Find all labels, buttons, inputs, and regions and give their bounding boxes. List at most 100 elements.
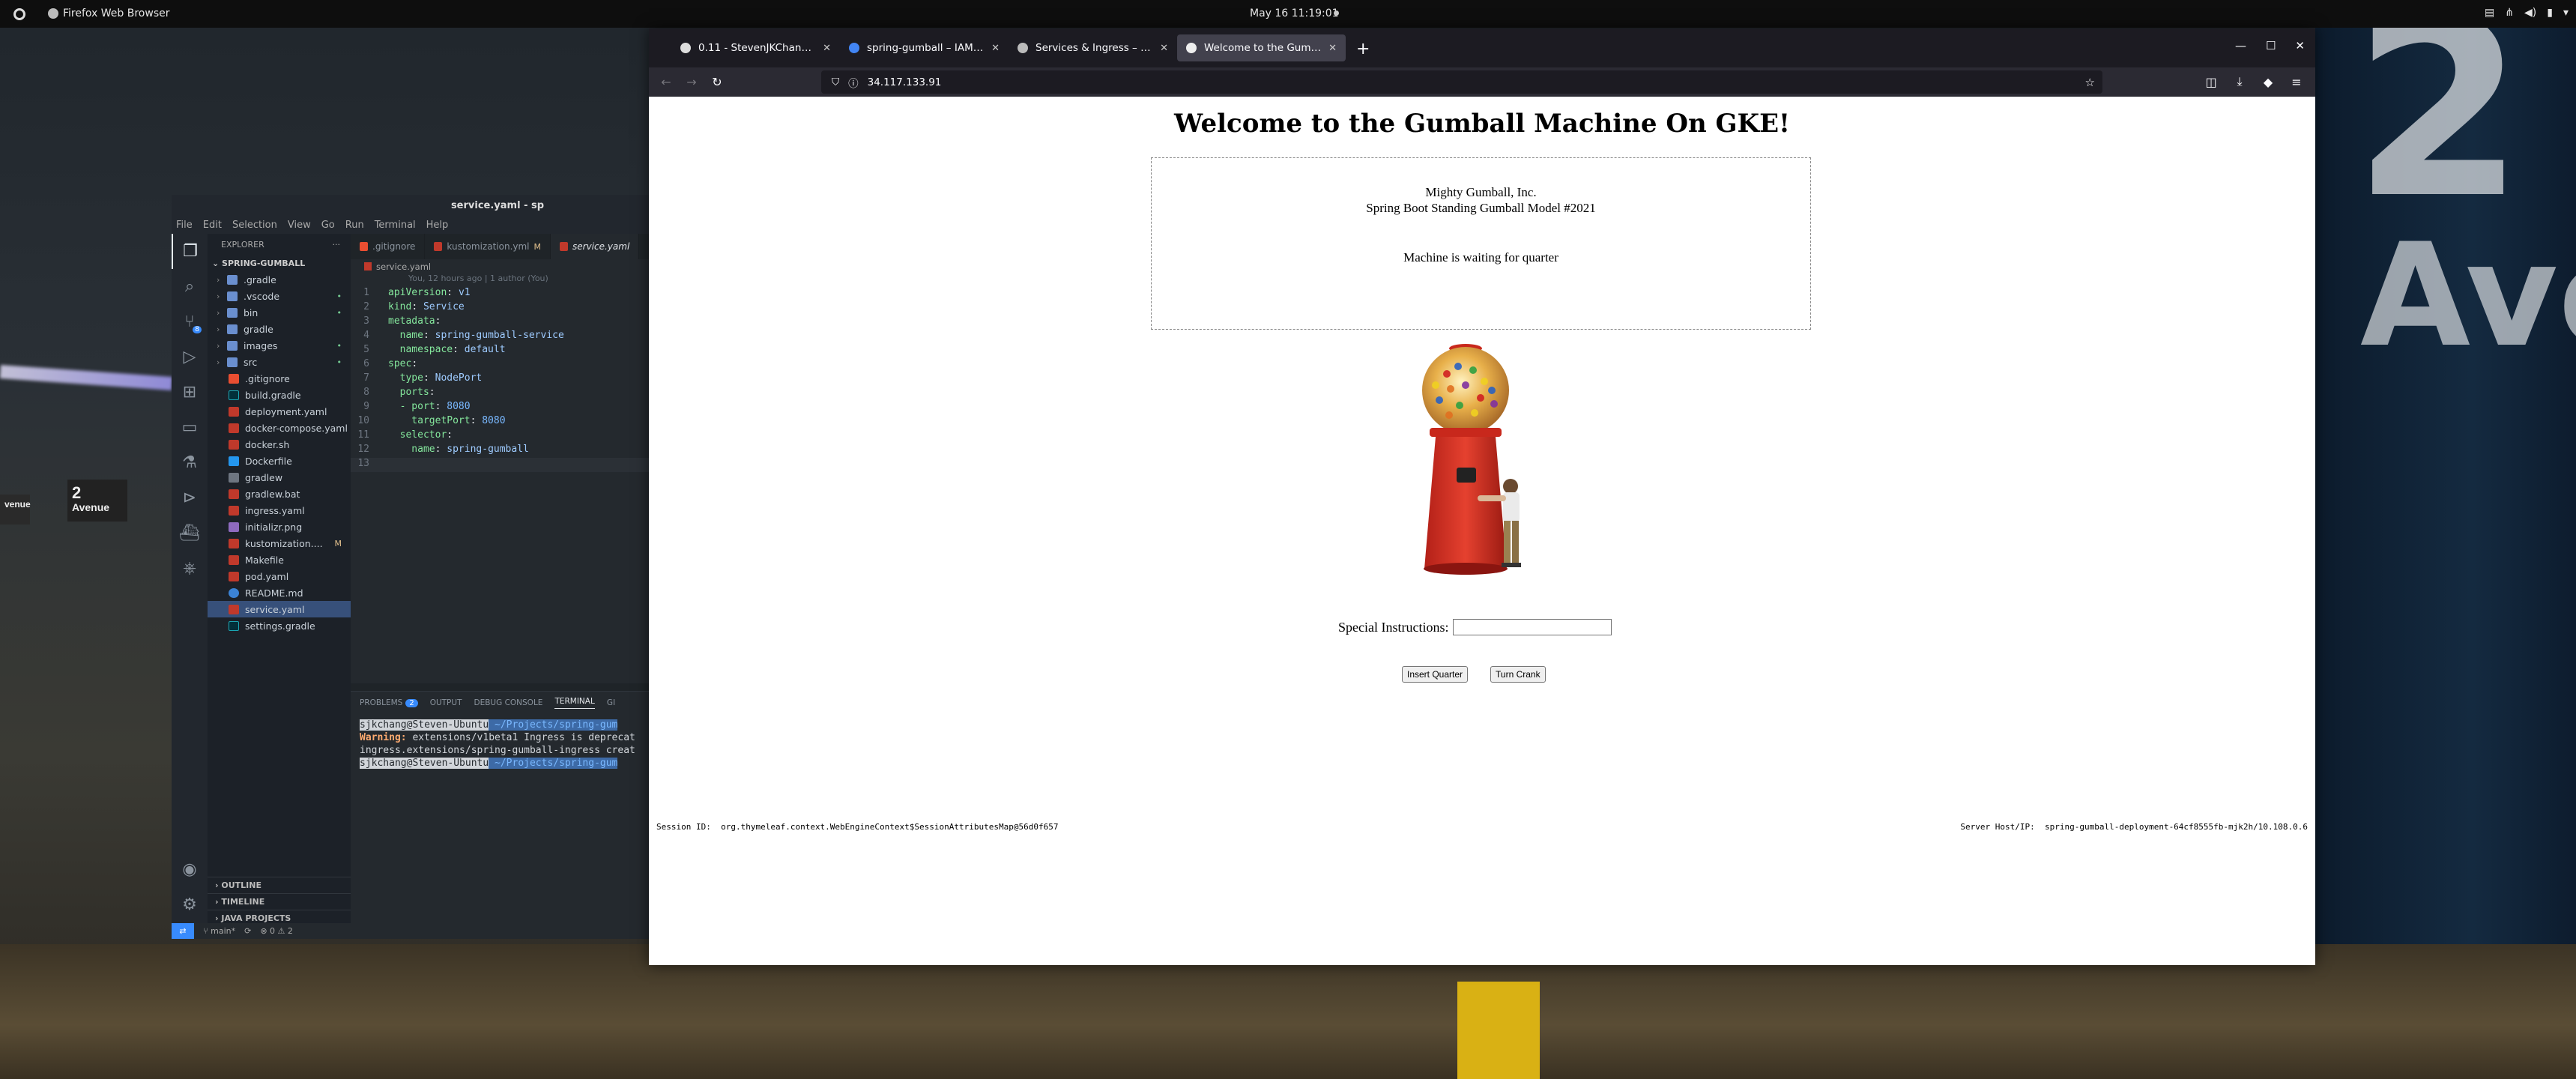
browser-tab[interactable]: 0.11 - StevenJKChang/sp ✕ [671, 34, 840, 61]
sync-icon[interactable]: ⟳ [244, 926, 251, 936]
explorer-icon[interactable]: ❐ [172, 234, 208, 269]
system-menu-chevron-icon[interactable]: ▾ [2563, 7, 2569, 19]
back-icon[interactable]: ← [653, 70, 679, 95]
insert-quarter-button[interactable]: Insert Quarter [1402, 666, 1469, 683]
special-instructions-input[interactable] [1453, 619, 1612, 635]
reload-icon[interactable]: ↻ [704, 70, 730, 95]
code-line: 12 name: spring-gumball [351, 444, 651, 458]
settings-gear-icon[interactable]: ⚙ [172, 887, 208, 922]
browser-tab[interactable]: Welcome to the Gumball Ma ✕ [1177, 34, 1346, 61]
remote-indicator-icon[interactable]: ⇄ [172, 923, 194, 939]
network-icon[interactable]: ⋔ [2505, 7, 2514, 19]
activities-icon[interactable] [13, 8, 25, 20]
tree-file[interactable]: service.yaml [208, 601, 351, 617]
menu-selection[interactable]: Selection [232, 220, 277, 231]
docker-icon[interactable]: ⛴ [172, 516, 208, 551]
system-tray[interactable]: ▤ ⋔ ◀) ▮ ▾ [2485, 7, 2569, 19]
tree-file[interactable]: gradlew.bat [208, 486, 351, 502]
tab-close-icon[interactable]: ✕ [823, 43, 831, 54]
timeline-icon[interactable]: ⊳ [172, 480, 208, 516]
tree-file[interactable]: gradlew [208, 469, 351, 486]
editor-tab-kustomization[interactable]: kustomization.yml M [425, 234, 551, 259]
new-tab-button[interactable]: + [1356, 40, 1370, 58]
panel-tab-output[interactable]: OUTPUT [430, 698, 462, 707]
menu-run[interactable]: Run [345, 220, 364, 231]
bookmark-star-icon[interactable]: ☆ [2085, 76, 2095, 89]
menu-help[interactable]: Help [426, 220, 449, 231]
tree-file[interactable]: deployment.yaml [208, 403, 351, 420]
tree-file[interactable]: docker-compose.yaml [208, 420, 351, 436]
turn-crank-button[interactable]: Turn Crank [1490, 666, 1546, 683]
tree-folder[interactable]: › bin • [208, 304, 351, 321]
editor-tab-service[interactable]: service.yaml [551, 234, 640, 259]
menu-view[interactable]: View [288, 220, 311, 231]
minimize-icon[interactable]: — [2235, 39, 2246, 52]
kubernetes-icon[interactable]: ⎈ [172, 551, 208, 586]
tree-folder[interactable]: › src • [208, 354, 351, 370]
clipboard-icon[interactable]: ▤ [2485, 7, 2494, 19]
panel-tab-gitlens[interactable]: GI [607, 698, 615, 707]
maximize-icon[interactable]: ☐ [2266, 39, 2276, 52]
tree-file[interactable]: pod.yaml [208, 568, 351, 584]
tree-folder[interactable]: › gradle [208, 321, 351, 337]
run-debug-icon[interactable]: ▷ [172, 339, 208, 375]
tree-file[interactable]: .gitignore [208, 370, 351, 387]
project-folder-header[interactable]: ⌄ SPRING-GUMBALL [208, 255, 351, 271]
tree-file[interactable]: docker.sh [208, 436, 351, 453]
forward-icon[interactable]: → [679, 70, 704, 95]
tab-close-icon[interactable]: ✕ [991, 43, 1000, 54]
panel-tab-problems[interactable]: PROBLEMS 2 [360, 698, 418, 707]
tab-close-icon[interactable]: ✕ [1160, 43, 1168, 54]
branch-indicator[interactable]: ⑂ main* [203, 926, 235, 936]
terminal[interactable]: sjkchang@Steven-Ubuntu ~/Projects/spring… [351, 714, 651, 770]
testing-icon[interactable]: ⚗ [172, 445, 208, 480]
site-info-icon[interactable]: ⓘ [848, 75, 859, 90]
panel-tab-terminal[interactable]: TERMINAL [554, 697, 595, 709]
tree-file[interactable]: build.gradle [208, 387, 351, 403]
explorer-more-icon[interactable]: ··· [333, 240, 341, 250]
line-number: 7 [363, 372, 369, 384]
menu-terminal[interactable]: Terminal [375, 220, 416, 231]
extensions-icon[interactable]: ⊞ [172, 375, 208, 410]
tab-close-icon[interactable]: ✕ [1328, 43, 1337, 54]
extension-icon[interactable]: ◆ [2255, 69, 2281, 94]
hamburger-menu-icon[interactable]: ≡ [2284, 69, 2309, 94]
tree-file[interactable]: settings.gradle [208, 617, 351, 634]
downloads-icon[interactable]: ⤓ [2227, 69, 2252, 94]
volume-icon[interactable]: ◀) [2524, 7, 2536, 19]
clock[interactable]: May 16 11:19:01 [1250, 7, 1339, 19]
section-outline[interactable]: › OUTLINE [208, 877, 351, 893]
tree-file[interactable]: README.md [208, 584, 351, 601]
tree-folder[interactable]: › .vscode • [208, 288, 351, 304]
menu-file[interactable]: File [176, 220, 193, 231]
browser-tab[interactable]: Services & Ingress – Kub ✕ [1009, 34, 1177, 61]
tree-folder[interactable]: › .gradle [208, 271, 351, 288]
tree-file[interactable]: initializr.png [208, 519, 351, 535]
close-icon[interactable]: ✕ [2295, 39, 2305, 52]
search-icon[interactable]: ⌕ [172, 269, 208, 304]
tree-folder[interactable]: › images • [208, 337, 351, 354]
tree-file[interactable]: kustomization.... M [208, 535, 351, 551]
code-editor[interactable]: 1 apiVersion: v1 2 kind: Service 3 metadata:4… [351, 287, 651, 472]
source-control-icon[interactable]: ⑂ 8 [172, 304, 208, 339]
url-bar[interactable]: ⛉ ⓘ 34.117.133.91 ☆ [821, 70, 2102, 94]
menu-go[interactable]: Go [321, 220, 335, 231]
tree-file[interactable]: Makefile [208, 551, 351, 568]
panel-tab-debug-console[interactable]: DEBUG CONSOLE [474, 698, 542, 707]
tree-file[interactable]: Dockerfile [208, 453, 351, 469]
active-app-menu[interactable]: Firefox Web Browser [48, 7, 170, 19]
breadcrumb[interactable]: service.yaml [351, 259, 651, 273]
battery-icon[interactable]: ▮ [2547, 7, 2553, 19]
pocket-icon[interactable]: ◫ [2198, 69, 2224, 94]
tree-file[interactable]: ingress.yaml [208, 502, 351, 519]
tree-item-label: gradle [244, 323, 273, 335]
shield-icon[interactable]: ⛉ [832, 76, 839, 88]
section-timeline[interactable]: › TIMELINE [208, 893, 351, 910]
editor-tab-gitignore[interactable]: .gitignore [351, 234, 426, 259]
browser-tab[interactable]: spring-gumball – IAM & A ✕ [840, 34, 1009, 61]
account-icon[interactable]: ◉ [172, 852, 208, 886]
git-blame-lens[interactable]: You, 12 hours ago | 1 author (You) [351, 273, 651, 287]
menu-edit[interactable]: Edit [203, 220, 222, 231]
problems-indicator[interactable]: ⊗ 0 ⚠ 2 [260, 926, 293, 936]
remote-explorer-icon[interactable]: ▭ [172, 410, 208, 445]
